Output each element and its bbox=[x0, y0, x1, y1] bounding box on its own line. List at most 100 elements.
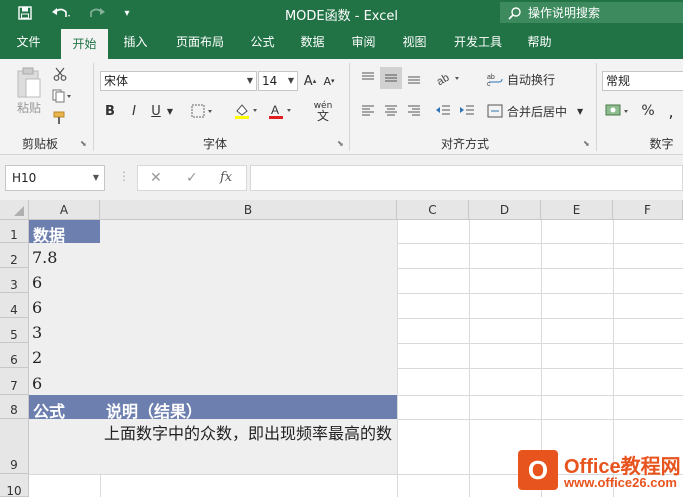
name-box[interactable]: H10 ▼ bbox=[5, 165, 105, 191]
borders-icon[interactable] bbox=[190, 101, 216, 121]
enter-icon[interactable]: ✓ bbox=[186, 170, 198, 186]
underline-button[interactable]: U bbox=[148, 101, 164, 121]
row-header-8[interactable]: 8 bbox=[0, 395, 29, 419]
phonetic-guide-button[interactable]: wén 文 bbox=[308, 99, 338, 123]
row-header-6[interactable]: 6 bbox=[0, 343, 29, 368]
align-right-icon[interactable] bbox=[403, 99, 425, 121]
cell-a7[interactable]: 6 bbox=[32, 374, 42, 393]
search-placeholder: 操作说明搜索 bbox=[528, 6, 601, 20]
copy-icon[interactable] bbox=[50, 87, 76, 105]
shrink-font-button[interactable]: A ▾ bbox=[320, 71, 338, 91]
grow-font-label: A bbox=[303, 73, 313, 89]
row-header-1[interactable]: 1 bbox=[0, 220, 29, 243]
svg-text:ab: ab bbox=[487, 74, 495, 81]
column-header-d[interactable]: D bbox=[469, 200, 541, 220]
cancel-icon[interactable]: ✕ bbox=[150, 170, 162, 186]
bold-button[interactable]: B bbox=[102, 101, 118, 121]
tab-formulas[interactable]: 公式 bbox=[240, 26, 285, 59]
select-all-corner[interactable] bbox=[0, 200, 29, 220]
wrap-text-button[interactable]: ab c 自动换行 bbox=[487, 69, 567, 89]
increase-indent-icon[interactable] bbox=[456, 99, 478, 121]
cell-a1[interactable]: 数据 bbox=[33, 222, 65, 246]
paste-button[interactable]: 粘贴 bbox=[12, 99, 46, 115]
column-header-b[interactable]: B bbox=[100, 200, 397, 220]
row-header-2[interactable]: 2 bbox=[0, 243, 29, 268]
alignment-launcher-icon[interactable]: ⬊ bbox=[583, 139, 590, 148]
align-top-icon[interactable] bbox=[357, 67, 379, 89]
grid-line bbox=[100, 474, 101, 497]
tab-page-layout[interactable]: 页面布局 bbox=[165, 26, 235, 59]
tab-review[interactable]: 审阅 bbox=[341, 26, 386, 59]
row-header-5[interactable]: 5 bbox=[0, 318, 29, 343]
italic-button[interactable]: I bbox=[126, 101, 142, 121]
font-launcher-icon[interactable]: ⬊ bbox=[337, 139, 344, 148]
number-group-label: 数字 bbox=[649, 137, 674, 151]
font-size-select[interactable]: 14 ▼ bbox=[258, 71, 298, 91]
cut-icon[interactable] bbox=[50, 65, 70, 83]
divider bbox=[93, 63, 94, 151]
tab-insert[interactable]: 插入 bbox=[113, 26, 158, 59]
cell-a6[interactable]: 2 bbox=[32, 348, 42, 367]
font-size-value: 14 bbox=[262, 74, 278, 88]
insert-function-icon[interactable]: fx bbox=[220, 170, 232, 185]
formula-input[interactable] bbox=[250, 165, 683, 191]
font-color-icon[interactable]: A bbox=[266, 101, 296, 121]
decrease-indent-icon[interactable] bbox=[432, 99, 454, 121]
shrink-font-label: A bbox=[323, 74, 331, 88]
currency-format-icon[interactable] bbox=[604, 101, 634, 121]
cell-a5[interactable]: 3 bbox=[32, 323, 42, 342]
row-header-9[interactable]: 9 bbox=[0, 419, 29, 474]
cell-a3[interactable]: 6 bbox=[32, 273, 42, 292]
phonetic-glyph-icon: 文 bbox=[316, 109, 329, 123]
divider bbox=[596, 63, 597, 151]
cell-a4[interactable]: 6 bbox=[32, 298, 42, 317]
underline-dropdown-icon[interactable]: ▼ bbox=[164, 101, 176, 121]
align-middle-icon[interactable] bbox=[380, 67, 402, 89]
cell-b8[interactable]: 说明（结果） bbox=[106, 398, 202, 422]
cell-b9[interactable]: 上面数字中的众数，即出现频率最高的数 bbox=[104, 422, 394, 446]
row-header-4[interactable]: 4 bbox=[0, 293, 29, 318]
orientation-icon[interactable]: ab bbox=[434, 67, 464, 89]
paste-icon[interactable] bbox=[14, 65, 44, 101]
chevron-down-icon: ▼ bbox=[246, 76, 253, 85]
align-bottom-icon[interactable] bbox=[403, 67, 425, 89]
tab-home[interactable]: 开始 bbox=[61, 29, 108, 59]
wrap-text-label: 自动换行 bbox=[507, 72, 556, 87]
title-bar: ▾ MODE函数 - Excel 操作说明搜索 bbox=[0, 0, 683, 26]
formula-buttons: ✕ ✓ fx bbox=[137, 165, 247, 191]
grid-line bbox=[397, 220, 398, 497]
column-header-f[interactable]: F bbox=[613, 200, 683, 220]
divider bbox=[349, 63, 350, 151]
fill-color-icon[interactable] bbox=[232, 101, 262, 121]
column-header-c[interactable]: C bbox=[397, 200, 469, 220]
column-header-e[interactable]: E bbox=[541, 200, 613, 220]
grid-line bbox=[469, 220, 470, 497]
tab-developer[interactable]: 开发工具 bbox=[447, 26, 509, 59]
cell-a8[interactable]: 公式 bbox=[33, 398, 65, 422]
column-header-a[interactable]: A bbox=[29, 200, 100, 220]
merge-center-button[interactable]: 合并后居中 ▼ bbox=[487, 101, 587, 121]
format-painter-icon[interactable] bbox=[50, 109, 70, 127]
grid-line bbox=[397, 395, 683, 396]
formula-bar-grip-icon[interactable]: ⋮ bbox=[118, 169, 130, 183]
clipboard-launcher-icon[interactable]: ⬊ bbox=[80, 139, 87, 148]
font-group-label: 字体 bbox=[202, 137, 227, 151]
row-header-10[interactable]: 10 bbox=[0, 474, 29, 497]
percent-button[interactable]: % bbox=[638, 101, 658, 121]
comma-style-icon[interactable]: , bbox=[662, 101, 680, 121]
tab-view[interactable]: 视图 bbox=[392, 26, 437, 59]
tab-help[interactable]: 帮助 bbox=[517, 26, 562, 59]
grow-font-button[interactable]: A ▴ bbox=[301, 71, 319, 91]
number-format-select[interactable]: 常规 bbox=[602, 71, 683, 91]
svg-text:ab: ab bbox=[435, 72, 451, 86]
tab-data[interactable]: 数据 bbox=[290, 26, 335, 59]
font-name-select[interactable]: 宋体 ▼ bbox=[100, 71, 257, 91]
grid-line bbox=[397, 419, 683, 420]
align-left-icon[interactable] bbox=[357, 99, 379, 121]
row-header-3[interactable]: 3 bbox=[0, 268, 29, 293]
align-center-icon[interactable] bbox=[380, 99, 402, 121]
tab-file[interactable]: 文件 bbox=[6, 26, 51, 59]
search-box[interactable]: 操作说明搜索 bbox=[500, 2, 683, 23]
row-header-7[interactable]: 7 bbox=[0, 368, 29, 395]
cell-a2[interactable]: 7.8 bbox=[32, 248, 57, 267]
